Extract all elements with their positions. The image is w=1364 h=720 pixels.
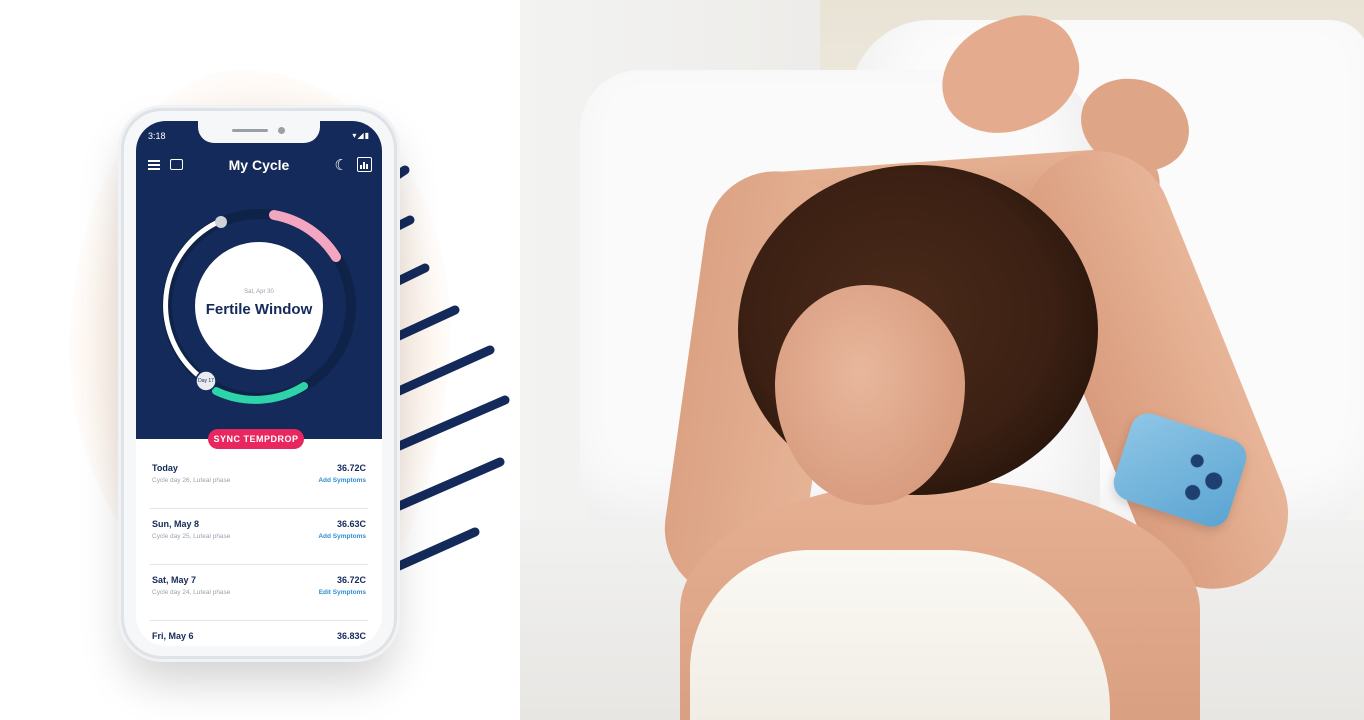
- entry-temp: 36.72C: [336, 575, 366, 585]
- list-item[interactable]: Today 36.72C Cycle day 26, Luteal phase …: [150, 453, 368, 509]
- status-time: 3:18: [148, 131, 166, 141]
- speaker-icon: [232, 129, 268, 132]
- temperature-list: Today 36.72C Cycle day 26, Luteal phase …: [136, 453, 382, 646]
- app-screen: 3:18 ▾◢▮ My Cycle ☾ Day 17 Sat, Apr 30 F…: [136, 121, 382, 646]
- cycle-header-panel: 3:18 ▾◢▮ My Cycle ☾ Day 17 Sat, Apr 30 F…: [136, 121, 382, 439]
- chart-icon[interactable]: [357, 157, 372, 172]
- camera-icon: [278, 127, 285, 134]
- cycle-date: Sat, Apr 30: [244, 289, 274, 295]
- sync-tempdrop-button[interactable]: SYNC TEMPDROP: [208, 429, 304, 449]
- entry-subtitle: Cycle day 25, Luteal phase: [152, 533, 231, 540]
- cycle-phase-label: Fertile Window: [206, 301, 313, 318]
- entry-date: Fri, May 6: [152, 631, 194, 641]
- phone-notch: [198, 121, 320, 143]
- today-marker-label: Day 17: [198, 378, 214, 384]
- list-item[interactable]: Fri, May 6 36.83C: [150, 621, 368, 646]
- entry-date: Sat, May 7: [152, 575, 197, 585]
- entry-subtitle: Cycle day 24, Luteal phase: [152, 589, 231, 596]
- navy-stripes-decoration: [385, 165, 510, 575]
- phone-mockup: 3:18 ▾◢▮ My Cycle ☾ Day 17 Sat, Apr 30 F…: [124, 111, 394, 656]
- status-icons: ▾◢▮: [352, 131, 370, 140]
- list-item[interactable]: Sat, May 7 36.72C Cycle day 24, Luteal p…: [150, 565, 368, 621]
- entry-temp: 36.72C: [336, 463, 366, 473]
- entry-temp: 36.83C: [336, 631, 366, 641]
- moon-icon[interactable]: ☾: [335, 156, 348, 174]
- cycle-ring: Day 17 Sat, Apr 30 Fertile Window: [162, 209, 356, 404]
- list-item[interactable]: Sun, May 8 36.63C Cycle day 25, Luteal p…: [150, 509, 368, 565]
- entry-date: Sun, May 8: [152, 519, 200, 529]
- entry-temp: 36.63C: [336, 519, 366, 529]
- start-marker: [215, 216, 227, 228]
- edit-symptoms-link[interactable]: Edit Symptoms: [319, 589, 366, 596]
- entry-subtitle: Cycle day 26, Luteal phase: [152, 477, 231, 484]
- add-symptoms-link[interactable]: Add Symptoms: [318, 533, 366, 540]
- hero-photo: [520, 0, 1364, 720]
- add-symptoms-link[interactable]: Add Symptoms: [318, 477, 366, 484]
- entry-date: Today: [152, 463, 178, 473]
